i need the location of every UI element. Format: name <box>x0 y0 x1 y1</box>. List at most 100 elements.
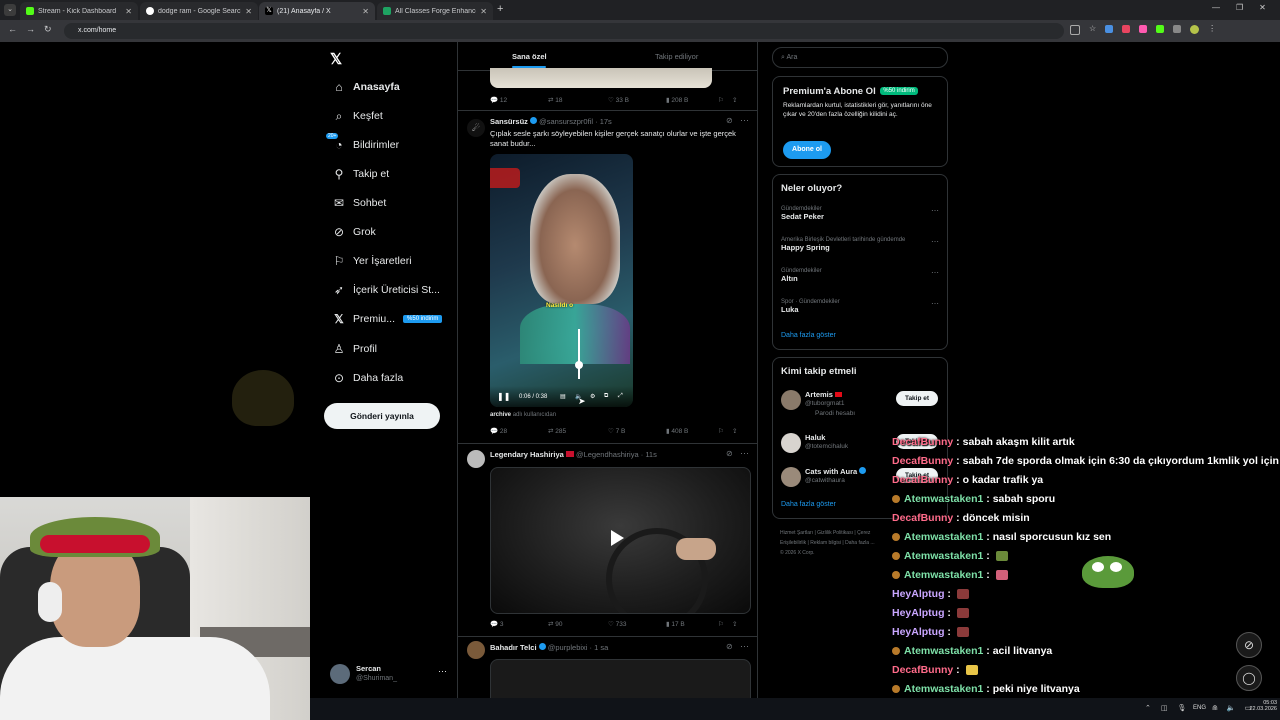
volume-slider[interactable] <box>578 329 580 379</box>
reply-count[interactable]: 💬 28 <box>490 427 548 435</box>
author-handle[interactable]: @Legendhashiriya <box>576 450 639 459</box>
chat-username[interactable]: DecafBunny <box>892 436 953 448</box>
fullscreen-icon[interactable]: ⤢ <box>618 393 623 400</box>
account-switcher[interactable]: Sercan @Shuriman_ ⋯ <box>330 662 450 686</box>
previous-post-media[interactable] <box>490 68 712 88</box>
volume-icon[interactable]: 🔈 <box>1227 704 1236 712</box>
nav-notifications[interactable]: ◔ 20+ Bildirimler <box>326 133 399 156</box>
nav-bookmarks[interactable]: ⚐ Yer İşaretleri <box>330 250 412 272</box>
more-dots-icon[interactable]: ⋯ <box>740 115 749 126</box>
more-dots-icon[interactable]: ⋯ <box>740 641 749 652</box>
x-logo-icon[interactable]: 𝕏 <box>330 50 342 68</box>
footer-link[interactable]: Çerez <box>857 530 870 536</box>
chat-username[interactable]: HeyAlptug <box>892 607 945 619</box>
nav-explore[interactable]: ⌕ Keşfet <box>330 105 383 127</box>
grok-icon[interactable]: ⊘ <box>726 116 733 125</box>
like-count[interactable]: ♡ 7 B <box>608 427 666 435</box>
more-dots-icon[interactable]: ⋯ <box>931 237 939 246</box>
view-count[interactable]: ▮ 208 B <box>666 96 718 104</box>
post-button[interactable]: Gönderi yayınla <box>324 403 440 429</box>
chat-username[interactable]: HeyAlptug <box>892 626 945 638</box>
source-user[interactable]: archive <box>490 412 511 418</box>
chat-username[interactable]: Atemwastaken1 <box>904 531 983 543</box>
captions-icon[interactable]: ▤ <box>560 393 566 400</box>
play-icon[interactable] <box>611 530 624 546</box>
author-name[interactable]: Bahadır Telci <box>490 643 537 652</box>
chat-username[interactable]: Atemwastaken1 <box>904 645 983 657</box>
tab-menu-icon[interactable]: ⌄ <box>4 4 16 16</box>
author-handle[interactable]: @purplebixi <box>548 643 588 652</box>
tweet-time[interactable]: 17s <box>600 117 612 126</box>
tweet-time[interactable]: 11s <box>645 450 657 459</box>
chat-username[interactable]: Atemwastaken1 <box>904 683 983 695</box>
bookmark-icon[interactable]: ⚐ <box>718 620 732 628</box>
install-icon[interactable] <box>1070 25 1080 35</box>
close-icon[interactable]: ✕ <box>362 7 369 16</box>
share-icon[interactable]: ⇪ <box>732 427 737 435</box>
footer-link[interactable]: Daha fazla ... <box>845 540 874 546</box>
tweet-time[interactable]: 1 sa <box>594 643 608 652</box>
extension-icon[interactable] <box>1122 25 1131 33</box>
language-indicator[interactable]: ENG <box>1193 705 1206 711</box>
repost-count[interactable]: ⇄ 90 <box>548 620 608 628</box>
clock[interactable]: 05:03 22.03.2026 <box>1241 700 1277 712</box>
chat-username[interactable]: Atemwastaken1 <box>904 569 983 581</box>
tab-following[interactable]: Takip ediliyor <box>655 52 698 61</box>
trend-item[interactable]: Spor · Gündemdekiler Luka ⋯ <box>781 299 939 314</box>
tweet-media[interactable] <box>490 659 751 698</box>
follow-suggestion[interactable]: Artemis @tuborgmat1 Parodi hesabı Takip … <box>781 388 941 422</box>
wifi-icon[interactable]: ⋒ <box>1212 704 1218 712</box>
new-tab-icon[interactable]: + <box>497 3 503 15</box>
chat-username[interactable]: HeyAlptug <box>892 588 945 600</box>
extension-icon[interactable] <box>1105 25 1114 33</box>
nav-creator-studio[interactable]: ➶ İçerik Üreticisi St... <box>330 279 440 301</box>
repost-count[interactable]: ⇄ 18 <box>548 96 608 104</box>
chat-username[interactable]: DecafBunny <box>892 512 953 524</box>
author-name[interactable]: Sansürsüz <box>490 117 528 126</box>
like-count[interactable]: ♡ 33 B <box>608 96 666 104</box>
repost-count[interactable]: ⇄ 285 <box>548 427 608 435</box>
reload-icon[interactable]: ↻ <box>44 24 52 35</box>
pause-icon[interactable]: ❚❚ <box>497 392 510 401</box>
footer-link[interactable]: Erişilebilirlik <box>780 540 806 546</box>
share-icon[interactable]: ⇪ <box>732 96 737 104</box>
author-name[interactable]: Legendary Hashiriya <box>490 450 564 459</box>
bookmark-icon[interactable]: ⚐ <box>718 427 732 435</box>
footer-link[interactable]: Gizlilik Politikası <box>817 530 853 536</box>
chat-username[interactable]: DecafBunny <box>892 474 953 486</box>
grok-icon[interactable]: ⊘ <box>726 449 733 458</box>
close-icon[interactable]: ✕ <box>480 7 487 16</box>
subscribe-button[interactable]: Abone ol <box>783 141 831 159</box>
close-window-icon[interactable]: ✕ <box>1259 3 1266 12</box>
more-dots-icon[interactable]: ⋯ <box>931 299 939 308</box>
view-count[interactable]: ▮ 17 B <box>666 620 718 628</box>
chat-username[interactable]: Atemwastaken1 <box>904 493 983 505</box>
chat-username[interactable]: Atemwastaken1 <box>904 550 983 562</box>
chat-username[interactable]: DecafBunny <box>892 455 953 467</box>
browser-tab-1[interactable]: dodge ram - Google Search ✕ <box>140 2 258 20</box>
browser-tab-3[interactable]: All Classes Forge Enhancemen ✕ <box>377 2 493 20</box>
extension-icon[interactable] <box>1156 25 1165 33</box>
profile-avatar-icon[interactable] <box>1190 25 1200 34</box>
view-count[interactable]: ▮ 408 B <box>666 427 718 435</box>
more-dots-icon[interactable]: ⋯ <box>438 666 447 677</box>
extension-icon[interactable] <box>1139 25 1148 33</box>
browser-tab-0[interactable]: Stream - Kick Dashboard ✕ <box>20 2 138 20</box>
footer-link[interactable]: Reklam bilgisi <box>810 540 841 546</box>
url-input[interactable]: x.com/home <box>64 23 1064 39</box>
more-dots-icon[interactable]: ⋯ <box>931 268 939 277</box>
forward-icon[interactable]: → <box>26 24 35 34</box>
chat-username[interactable]: DecafBunny <box>892 664 953 676</box>
trend-item[interactable]: Gündemdekiler Altın ⋯ <box>781 268 939 283</box>
nav-profile[interactable]: ♙ Profil <box>330 338 377 360</box>
volume-slider-handle[interactable] <box>575 361 583 369</box>
maximize-icon[interactable]: ❐ <box>1236 3 1243 12</box>
puzzle-icon[interactable] <box>1173 25 1182 33</box>
chat-bubble-icon[interactable]: ◯ <box>1236 665 1262 691</box>
tweet-video[interactable]: Nasıldı o ❚❚ 0:06 / 0:38 ▤ 🔈 ⚙ ⧉ ⤢ <box>490 154 633 407</box>
nav-chat[interactable]: ✉ Sohbet <box>330 192 386 214</box>
trend-item[interactable]: Gündemdekiler Sedat Peker ⋯ <box>781 206 939 221</box>
tweet[interactable]: ☄ Sansürsüz @sansurszpr0fil · 17s ⊘ ⋯ Çı… <box>458 111 757 443</box>
trend-item[interactable]: Amerika Birleşik Devletleri tarihinde gü… <box>781 237 939 252</box>
tweet-video[interactable] <box>490 467 751 614</box>
